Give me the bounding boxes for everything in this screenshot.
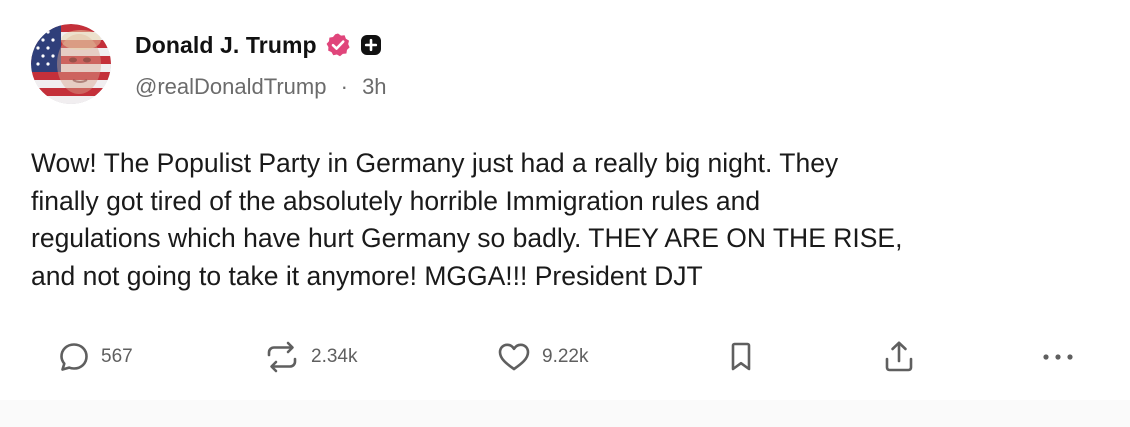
- like-button[interactable]: 9.22k: [496, 340, 588, 374]
- retruth-count: 2.34k: [311, 346, 358, 367]
- retruth-icon: [263, 340, 301, 374]
- bottom-strip: [0, 400, 1130, 427]
- author-name-row: Donald J. Trump: [135, 27, 382, 63]
- more-icon: [1040, 340, 1076, 374]
- author-avatar[interactable]: [31, 24, 111, 104]
- post-card: Donald J. Trump @realDonaldTrump · 3h Wo…: [0, 0, 1130, 400]
- bookmark-icon: [728, 340, 754, 374]
- more-options-button[interactable]: [1040, 340, 1076, 374]
- share-button[interactable]: [881, 340, 917, 374]
- author-handle[interactable]: @realDonaldTrump: [135, 74, 326, 99]
- bookmark-button[interactable]: [728, 340, 754, 374]
- share-icon: [881, 339, 917, 375]
- author-display-name[interactable]: Donald J. Trump: [135, 32, 317, 59]
- reply-count: 567: [101, 346, 133, 367]
- verified-badge-icon: [325, 32, 351, 58]
- retruth-button[interactable]: 2.34k: [263, 340, 357, 374]
- reply-icon: [57, 340, 91, 374]
- post-body-text: Wow! The Populist Party in Germany just …: [31, 148, 903, 291]
- plus-badge-icon: [360, 34, 382, 56]
- reply-button[interactable]: 567: [57, 340, 133, 374]
- avatar-image: [31, 24, 111, 104]
- post-timestamp[interactable]: 3h: [362, 74, 386, 99]
- meta-separator: ·: [340, 74, 348, 99]
- heart-icon: [496, 340, 532, 374]
- like-count: 9.22k: [542, 346, 589, 367]
- author-meta: @realDonaldTrump · 3h: [135, 74, 387, 100]
